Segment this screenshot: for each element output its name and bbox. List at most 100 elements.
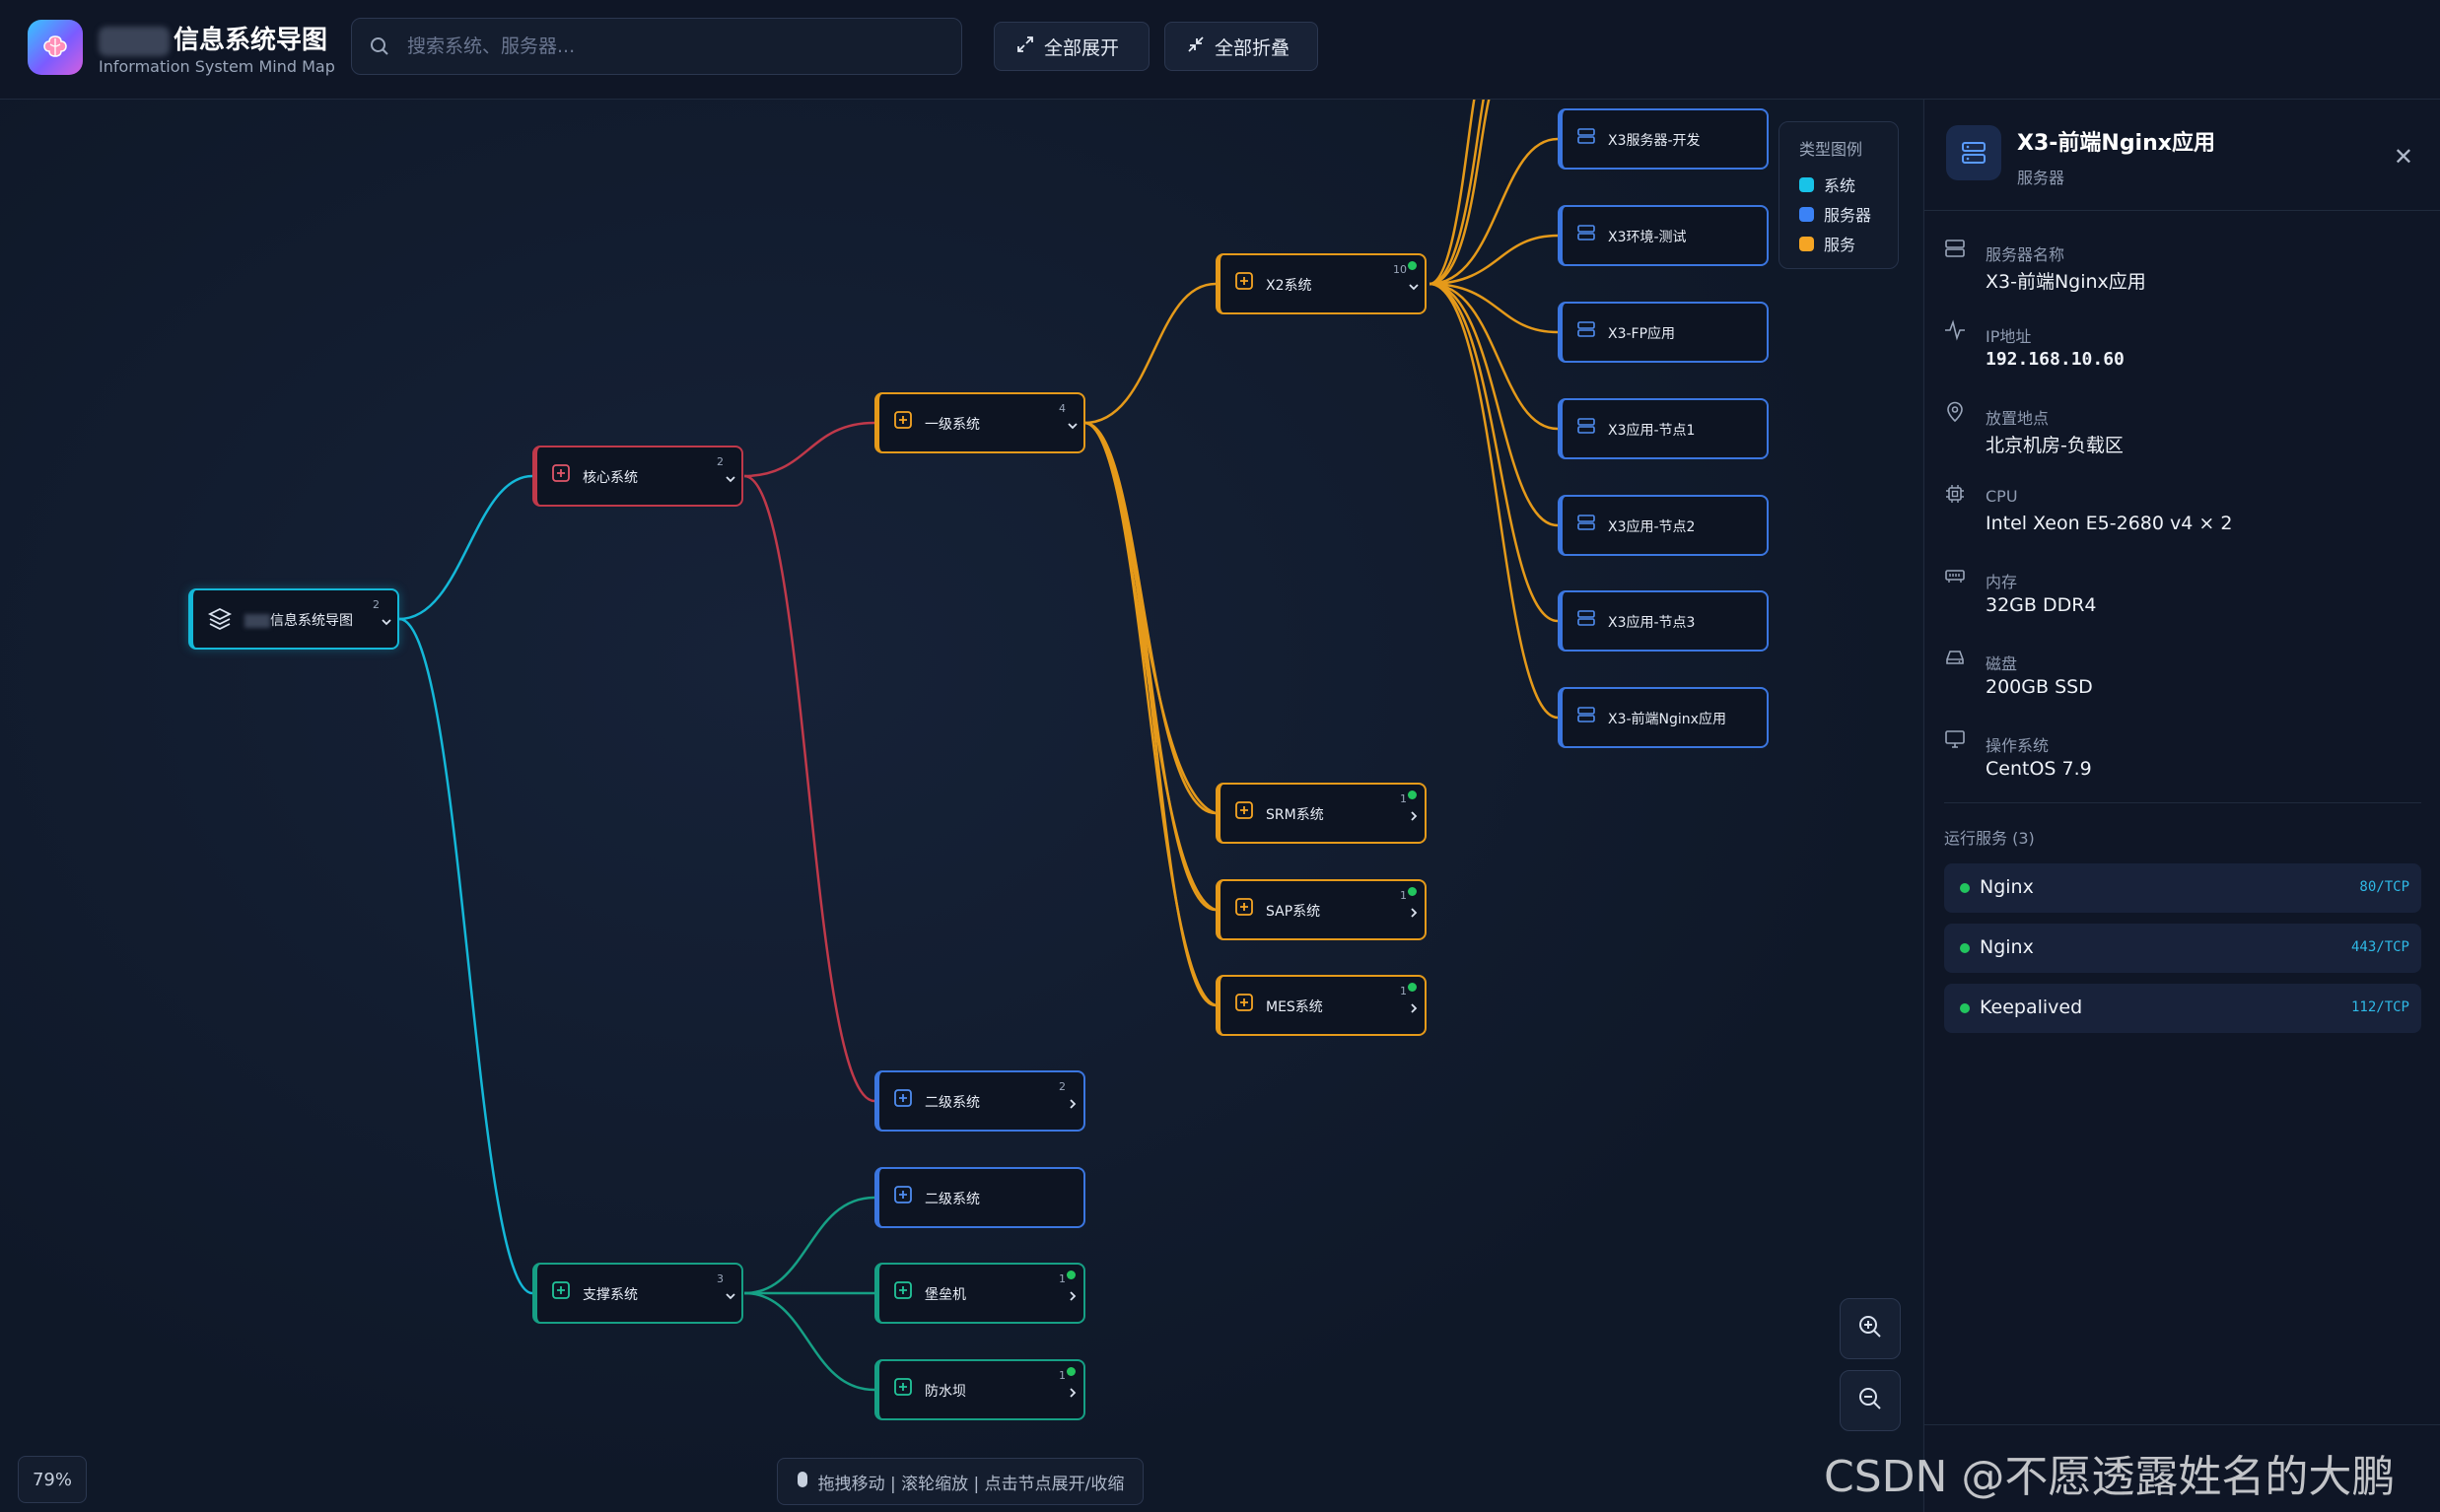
divider — [1944, 802, 2421, 803]
server-icon — [1576, 705, 1596, 728]
chevron-right-icon[interactable] — [1066, 1096, 1080, 1115]
node-x2-label: X2系统 — [1266, 278, 1312, 294]
brain-logo-icon — [28, 20, 83, 75]
server-icon — [1944, 238, 1966, 263]
plus-square-icon — [551, 463, 571, 487]
server-icon — [1576, 319, 1596, 343]
node-x3nginx-label: X3-前端Nginx应用 — [1608, 712, 1726, 727]
legend-title: 类型图例 — [1799, 140, 1863, 159]
plus-square-icon — [893, 1185, 913, 1208]
node-x3fp-label: X3-FP应用 — [1608, 326, 1676, 342]
node-firewall-label: 防水坝 — [925, 1384, 966, 1400]
chevron-right-icon[interactable] — [1066, 1288, 1080, 1307]
node-server-x3-fp[interactable]: X3-FP应用 — [1558, 302, 1769, 363]
status-dot — [1067, 1271, 1076, 1279]
memory-icon — [1944, 565, 1966, 590]
node-mes-count: 1 — [1400, 985, 1407, 997]
map-pin-icon — [1944, 401, 1966, 427]
node-server-x3-node1[interactable]: X3应用-节点1 — [1558, 398, 1769, 459]
zoom-out-icon — [1857, 1386, 1883, 1415]
status-dot — [1408, 887, 1417, 896]
mind-map-canvas[interactable]: 信息系统导图 2 核心系统 2 支撑系统 3 一级系统 4 二级系统 2 二级系… — [0, 100, 1922, 1512]
plus-square-icon — [893, 1088, 913, 1112]
monitor-icon — [1944, 728, 1966, 754]
node-x2-system[interactable]: X2系统 10 — [1216, 253, 1427, 314]
collapse-all-button[interactable]: 全部折叠 — [1164, 22, 1318, 71]
plus-square-icon — [1234, 271, 1254, 295]
zoom-level: 79% — [18, 1456, 87, 1503]
node-core-count: 2 — [717, 455, 724, 468]
node-srm-system[interactable]: SRM系统 1 — [1216, 783, 1427, 844]
node-x3test-label: X3环境-测试 — [1608, 230, 1687, 245]
node-sap-count: 1 — [1400, 889, 1407, 902]
layers-icon — [207, 606, 233, 636]
node-level2a-count: 2 — [1059, 1080, 1066, 1093]
node-level2-system-b[interactable]: 二级系统 — [874, 1167, 1085, 1228]
node-sap-system[interactable]: SAP系统 1 — [1216, 879, 1427, 940]
node-core-system[interactable]: 核心系统 2 — [532, 446, 743, 507]
status-dot — [1408, 790, 1417, 799]
legend-item-system: 系统 — [1799, 170, 1898, 199]
close-icon[interactable]: ✕ — [2394, 143, 2413, 171]
node-firewall[interactable]: 防水坝 1 — [874, 1359, 1085, 1420]
server-icon — [1576, 513, 1596, 536]
node-server-x3-node2[interactable]: X3应用-节点2 — [1558, 495, 1769, 556]
chevron-right-icon[interactable] — [1407, 905, 1421, 924]
node-level1-count: 4 — [1059, 402, 1066, 415]
node-x2-count: 10 — [1393, 263, 1407, 276]
node-server-x3-test[interactable]: X3环境-测试 — [1558, 205, 1769, 266]
status-dot — [1067, 1367, 1076, 1376]
chevron-down-icon[interactable] — [1407, 279, 1421, 298]
chevron-down-icon[interactable] — [380, 614, 393, 633]
node-support-label: 支撑系统 — [583, 1287, 638, 1303]
chevron-down-icon[interactable] — [724, 1288, 737, 1307]
node-srm-count: 1 — [1400, 792, 1407, 805]
status-dot — [1960, 883, 1970, 893]
node-support-system[interactable]: 支撑系统 3 — [532, 1263, 743, 1324]
node-server-x3-dev[interactable]: X3服务器-开发 — [1558, 108, 1769, 170]
node-server-x3-nginx[interactable]: X3-前端Nginx应用 — [1558, 687, 1769, 748]
node-mes-system[interactable]: MES系统 1 — [1216, 975, 1427, 1036]
search-icon — [370, 36, 389, 60]
top-bar: 信息系统导图 Information System Mind Map 全部展开 … — [0, 0, 2440, 100]
service-item[interactable]: Nginx 443/TCP — [1944, 924, 2421, 973]
node-root[interactable]: 信息系统导图 2 — [188, 588, 399, 650]
usage-hint-text: 拖拽移动 | 滚轮缩放 | 点击节点展开/收缩 — [817, 1474, 1125, 1494]
zoom-out-button[interactable] — [1840, 1370, 1901, 1431]
expand-all-button[interactable]: 全部展开 — [994, 22, 1150, 71]
chevron-down-icon[interactable] — [1066, 418, 1080, 437]
node-level1-system[interactable]: 一级系统 4 — [874, 392, 1085, 453]
server-icon — [1946, 125, 2001, 180]
node-bastion-label: 堡垒机 — [925, 1287, 966, 1303]
activity-icon — [1944, 319, 1966, 345]
legend-item-server: 服务器 — [1799, 199, 1898, 229]
chevron-right-icon[interactable] — [1066, 1385, 1080, 1404]
search-input[interactable] — [405, 27, 941, 66]
node-bastion[interactable]: 堡垒机 1 — [874, 1263, 1085, 1324]
chevron-right-icon[interactable] — [1407, 808, 1421, 827]
node-sap-label: SAP系统 — [1266, 904, 1321, 920]
node-server-x3-node3[interactable]: X3应用-节点3 — [1558, 590, 1769, 652]
plus-square-icon — [1234, 897, 1254, 921]
expand-icon — [1016, 35, 1034, 58]
node-firewall-count: 1 — [1059, 1369, 1066, 1382]
service-item[interactable]: Keepalived 112/TCP — [1944, 984, 2421, 1033]
status-dot — [1960, 1003, 1970, 1013]
zoom-in-button[interactable] — [1840, 1298, 1901, 1359]
node-root-label: 信息系统导图 — [244, 610, 353, 630]
node-level1-label: 一级系统 — [925, 417, 980, 433]
collapse-icon — [1187, 35, 1205, 58]
node-bastion-count: 1 — [1059, 1272, 1066, 1285]
server-icon — [1576, 608, 1596, 632]
field-cpu: CPU Intel Xeon E5-2680 v4 × 2 — [1944, 479, 2417, 558]
usage-hint: 拖拽移动 | 滚轮缩放 | 点击节点展开/收缩 — [777, 1458, 1144, 1505]
plus-square-icon — [893, 410, 913, 434]
disk-icon — [1944, 647, 1966, 672]
node-level2-system-a[interactable]: 二级系统 2 — [874, 1070, 1085, 1132]
expand-all-label: 全部展开 — [1044, 36, 1120, 59]
search-box[interactable] — [351, 18, 962, 75]
chevron-down-icon[interactable] — [724, 471, 737, 490]
field-location: 放置地点 北京机房-负载区 — [1944, 397, 2417, 476]
service-item[interactable]: Nginx 80/TCP — [1944, 863, 2421, 913]
chevron-right-icon[interactable] — [1407, 1000, 1421, 1019]
